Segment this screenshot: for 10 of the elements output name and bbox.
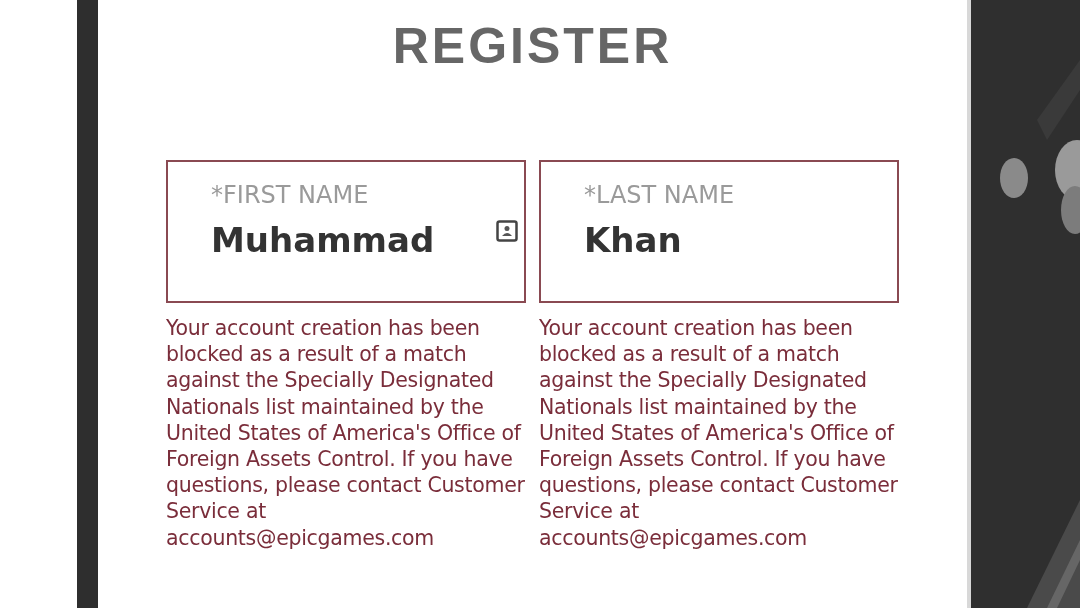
error-message: Your account creation has been blocked as a result of a match against the Specially Designated Nationals list maintained by the United States of America's Office of Foreign Assets Control. If you have questions, please contact Customer Service at accounts@epicgames.com bbox=[539, 315, 899, 551]
field-value: Muhammad bbox=[211, 218, 481, 262]
field-label: *LAST NAME bbox=[584, 180, 736, 210]
field-value: Khan bbox=[584, 218, 854, 262]
text-field[interactable]: *FIRST NAME Muhammad bbox=[166, 160, 526, 303]
field-label: *FIRST NAME bbox=[211, 180, 370, 210]
text-field[interactable]: *LAST NAME Khan bbox=[539, 160, 899, 303]
register-title: REGISTER bbox=[391, 18, 674, 74]
contact-card-icon[interactable] bbox=[496, 220, 518, 242]
error-message: Your account creation has been blocked as a result of a match against the Specially Designated Nationals list maintained by the United States of America's Office of Foreign Assets Control. If you have questions, please contact Customer Service at accounts@epicgames.com bbox=[166, 315, 526, 551]
